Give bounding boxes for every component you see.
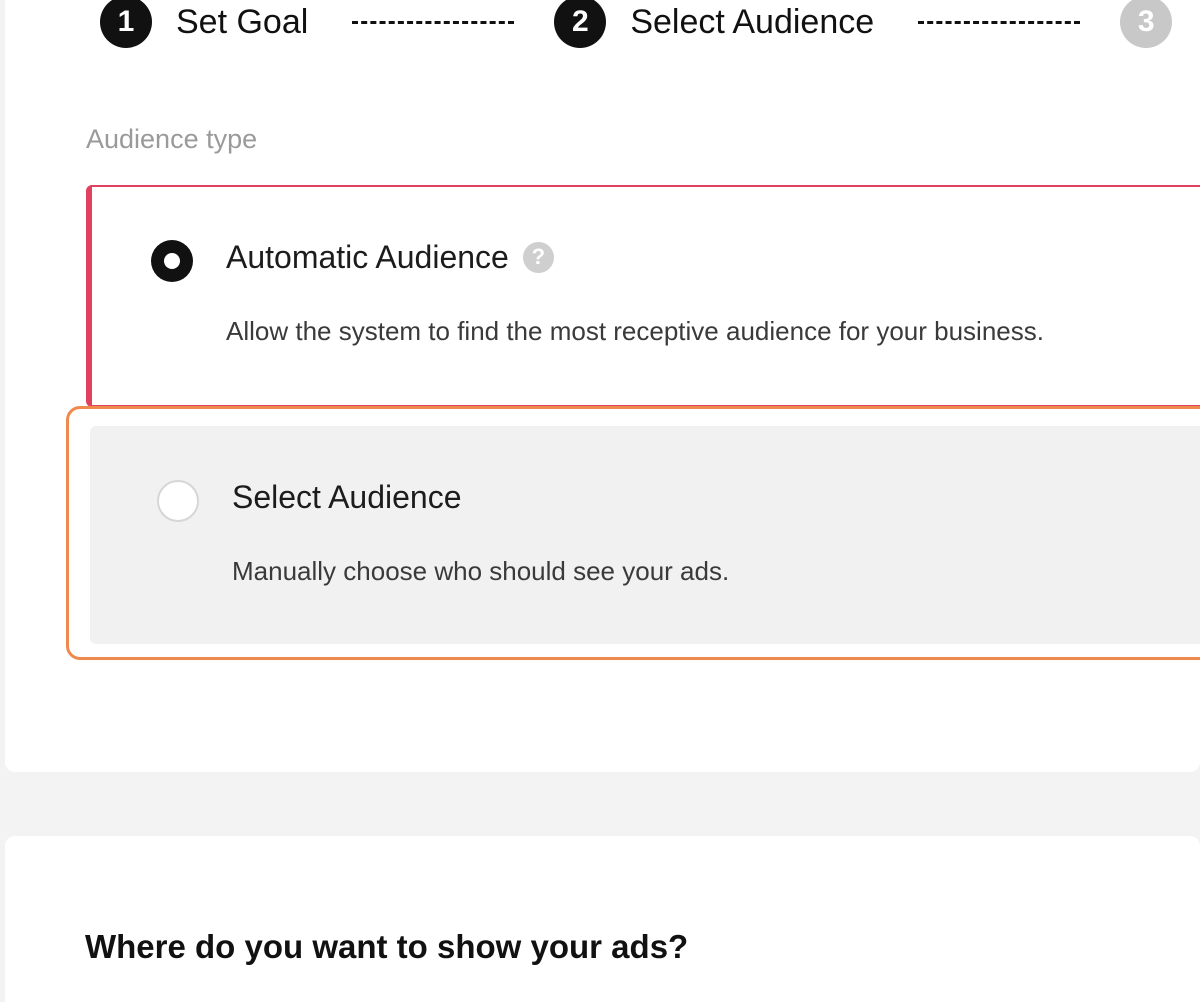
campaign-setup-page: 1 Set Goal 2 Select Audience 3 Audience … (0, 0, 1200, 1002)
option-title-text: Automatic Audience (226, 239, 509, 275)
radio-unchecked-icon[interactable] (157, 480, 199, 522)
audience-type-label: Audience type (86, 124, 258, 154)
step-number: 1 (100, 0, 152, 48)
step-label: Select Audience (630, 2, 875, 41)
option-description: Manually choose who should see your ads. (232, 556, 730, 586)
automatic-audience-option[interactable]: Automatic Audience? Allow the system to … (86, 185, 1200, 407)
option-title: Select Audience (232, 479, 462, 515)
option-description: Allow the system to find the most recept… (226, 316, 1044, 346)
step-number: 2 (554, 0, 607, 48)
step-select-audience[interactable]: 2 Select Audience (554, 0, 874, 48)
help-icon[interactable]: ? (522, 241, 554, 273)
step-set-goal[interactable]: 1 Set Goal (100, 0, 308, 48)
step-connector (352, 20, 515, 24)
placement-heading: Where do you want to show your ads? (85, 928, 689, 965)
audience-card: 1 Set Goal 2 Select Audience 3 Audience … (5, 0, 1200, 772)
option-title: Automatic Audience? (226, 239, 554, 276)
step-number: 3 (1120, 0, 1173, 48)
step-3[interactable]: 3 (1120, 0, 1173, 48)
placement-card: Where do you want to show your ads? (5, 836, 1200, 1002)
radio-checked-icon[interactable] (151, 240, 193, 282)
stepper: 1 Set Goal 2 Select Audience 3 (100, 0, 1173, 50)
step-connector (918, 20, 1081, 24)
select-audience-option[interactable]: Select Audience Manually choose who shou… (90, 426, 1200, 644)
step-label: Set Goal (176, 2, 309, 41)
